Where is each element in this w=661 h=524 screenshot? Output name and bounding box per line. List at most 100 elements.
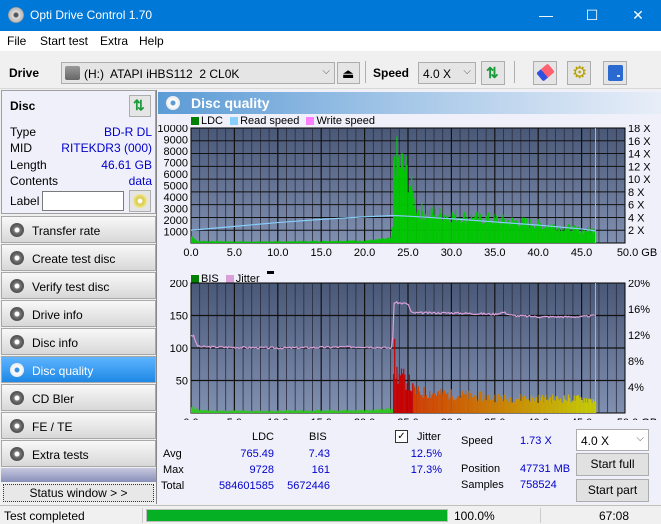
ldc-bar (559, 231, 562, 243)
bis-bar (509, 397, 511, 413)
bis-bar (505, 399, 508, 413)
bis-bar (485, 400, 487, 413)
stats-avg-jitter: 12.5% (410, 448, 442, 460)
minimize-button[interactable]: — (523, 0, 569, 31)
start-full-button[interactable]: Start full (576, 453, 649, 476)
ldc-bar (273, 241, 275, 243)
maximize-button[interactable]: ☐ (569, 0, 615, 31)
drive-select[interactable]: (H:) ATAPI iHBS112 2 CL0K ⌵ (61, 62, 335, 84)
bis-bar (569, 397, 571, 413)
bis-bar (348, 409, 351, 413)
bis-bar (224, 410, 227, 413)
ldc-bar (483, 222, 485, 243)
ldc-bar (373, 240, 376, 243)
ldc-bar (219, 241, 221, 243)
nav-transfer-rate[interactable]: Transfer rate (1, 216, 156, 243)
ldc-bar (327, 241, 329, 243)
bis-bar (517, 398, 519, 413)
bis-bar (417, 386, 420, 413)
ldc-bar (255, 241, 257, 243)
start-part-button[interactable]: Start part (576, 479, 649, 502)
ldc-bar (552, 224, 554, 243)
ldc-bar (210, 241, 212, 243)
ldc-bar (554, 225, 556, 243)
settings-button[interactable]: ⚙ (567, 61, 591, 85)
bis-bar (329, 409, 331, 413)
bis-bar (496, 394, 498, 413)
ldc-bar (570, 230, 572, 243)
ldc-bar (396, 136, 398, 243)
bis-bar (492, 399, 494, 413)
bis-bar (211, 410, 213, 413)
ldc-bar (312, 241, 315, 243)
ldc-bar (248, 241, 250, 243)
ldc-bar (387, 237, 389, 243)
ldc-bar (308, 241, 310, 243)
nav-cd-bler[interactable]: CD Bler (1, 384, 156, 411)
menu-extra[interactable]: Extra (100, 34, 128, 48)
bis-bar (530, 395, 532, 413)
nav-verify-test-disc[interactable]: Verify test disc (1, 272, 156, 299)
nav-disc-quality[interactable]: Disc quality (1, 356, 156, 383)
bis-bar (441, 392, 443, 413)
nav-extra-tests[interactable]: Extra tests (1, 440, 156, 467)
bis-bar (447, 392, 449, 413)
disc-label-button[interactable] (129, 190, 151, 212)
ldc-bar (381, 238, 383, 243)
refresh-button[interactable]: ⇅ (481, 61, 505, 85)
bis-bar (572, 400, 574, 413)
nav-disc-info[interactable]: Disc info (1, 328, 156, 355)
bis-bar (583, 398, 585, 413)
x-tick: 5.0 (227, 417, 242, 420)
bis-bar (567, 394, 570, 413)
bis-bar (283, 410, 285, 413)
erase-button[interactable] (533, 61, 557, 85)
bis-bar (444, 392, 447, 413)
nav-label: Extra tests (32, 448, 89, 462)
ldc-bar (452, 216, 454, 243)
bis-bar (215, 411, 218, 413)
speed-select[interactable]: 4.0 X ⌵ (418, 62, 476, 84)
bis-bar (376, 409, 378, 413)
ldc-bar (271, 241, 273, 243)
bis-bar (576, 395, 579, 413)
nav-fe-te[interactable]: FE / TE (1, 412, 156, 439)
nav-label: Verify test disc (32, 280, 110, 294)
eject-button[interactable]: ⏏ (337, 62, 360, 84)
bis-bar (259, 410, 262, 413)
test-speed-select[interactable]: 4.0 X ⌵ (576, 429, 649, 451)
ldc-bar (281, 241, 283, 243)
save-button[interactable] (603, 61, 627, 85)
ldc-bar (290, 241, 292, 243)
ldc-bar (205, 241, 207, 243)
menu-help[interactable]: Help (139, 34, 164, 48)
nav-label: CD Bler (32, 392, 75, 406)
jitter-checkbox[interactable]: ✓ (395, 430, 408, 443)
disc-label-input[interactable] (42, 191, 124, 211)
bis-bar (494, 402, 496, 413)
ldc-bar (431, 206, 433, 243)
ldc-bar (451, 211, 453, 243)
menu-start-test[interactable]: Start test (40, 34, 88, 48)
bis-bar (408, 374, 410, 413)
bis-bar (267, 411, 269, 413)
stats-max-bis: 161 (311, 464, 330, 476)
speed-value: 1.73 X (520, 435, 552, 447)
disc-refresh-button[interactable]: ⇅ (129, 95, 151, 117)
status-window-button[interactable]: Status window > > (3, 484, 154, 502)
ldc-bar (258, 241, 260, 243)
bis-bar (377, 410, 379, 413)
menu-file[interactable]: File (7, 34, 26, 48)
ldc-bar (245, 241, 247, 243)
ldc-bar (272, 241, 274, 243)
bis-bar (286, 411, 289, 413)
nav-drive-info[interactable]: Drive info (1, 300, 156, 327)
x-tick: 20.0 (354, 247, 375, 259)
nav-create-test-disc[interactable]: Create test disc (1, 244, 156, 271)
close-button[interactable]: ✕ (615, 0, 661, 31)
ldc-bar (306, 240, 308, 243)
ldc-bar (229, 241, 231, 243)
bis-bar (588, 398, 590, 413)
bis-bar (240, 411, 242, 413)
bis-bar (262, 411, 264, 413)
